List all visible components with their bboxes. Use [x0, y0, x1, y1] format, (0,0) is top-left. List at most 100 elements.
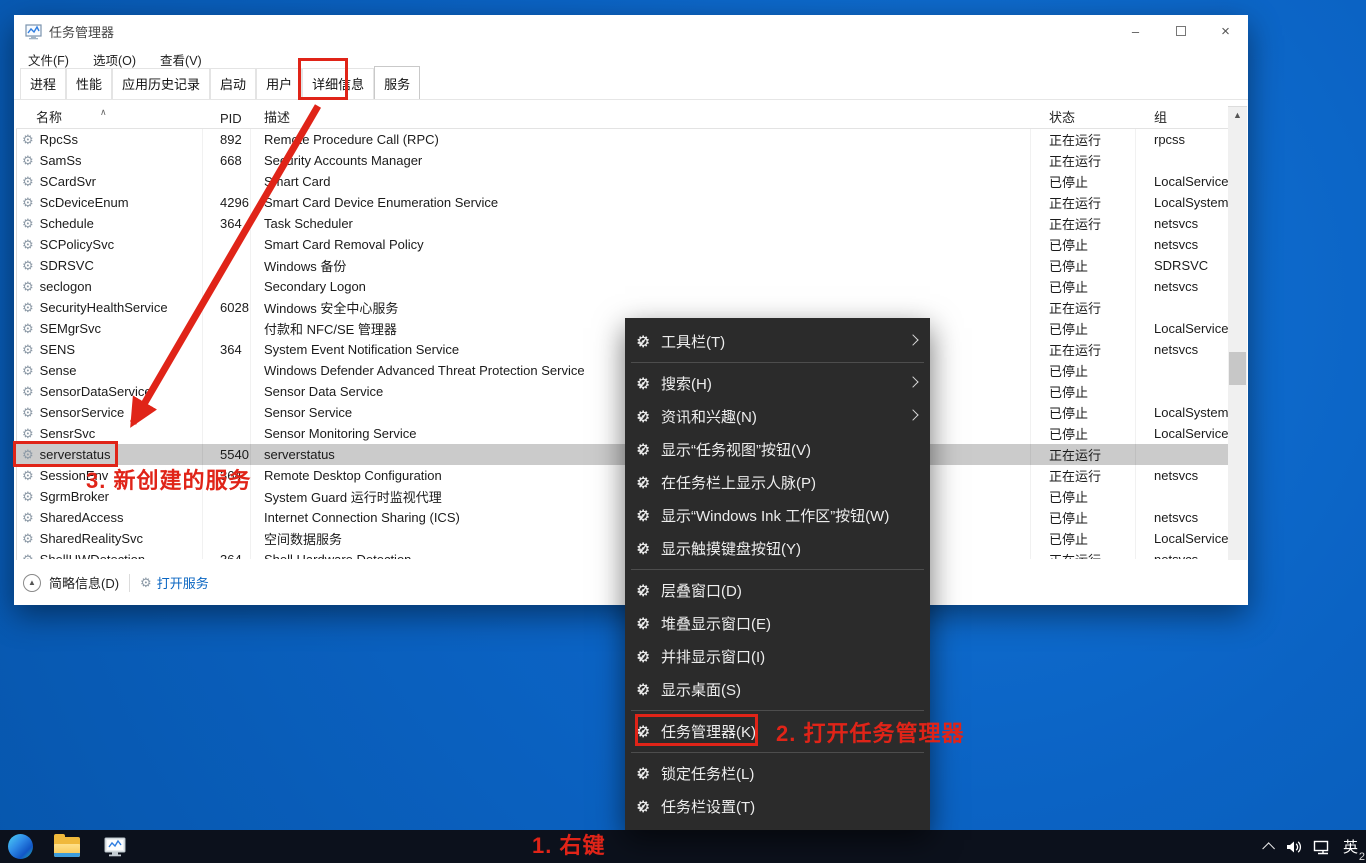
service-gear-icon: ⚙: [22, 280, 34, 293]
taskbar[interactable]: 英 2: [0, 830, 1366, 863]
scroll-up-icon[interactable]: ▲: [1228, 107, 1247, 122]
service-group-cell: [1135, 381, 1228, 402]
context-menu-item[interactable]: ✓ ⚙ 在任务栏上显示人脉(P): [625, 466, 930, 499]
clock-fragment[interactable]: 2: [1359, 851, 1365, 863]
close-button[interactable]: ×: [1203, 15, 1248, 47]
vertical-scrollbar[interactable]: ▲ ▼: [1228, 107, 1247, 572]
service-status-cell: 已停止: [1030, 423, 1135, 444]
service-gear-icon: ⚙: [22, 553, 34, 559]
service-group-cell: LocalSystem...: [1135, 192, 1228, 213]
context-menu-item[interactable]: ✓ ⚙ 工具栏(T): [625, 325, 930, 358]
service-name-cell: ⚙SharedRealitySvc: [22, 528, 202, 549]
settings-gear-icon: ⚙: [636, 607, 650, 640]
edge-icon[interactable]: [0, 830, 40, 863]
service-status-cell: 已停止: [1030, 318, 1135, 339]
service-group-cell: netsvcs: [1135, 234, 1228, 255]
service-desc-cell: Smart Card Device Enumeration Service: [250, 192, 1028, 213]
service-status-cell: 已停止: [1030, 255, 1135, 276]
service-status-cell: 正在运行: [1030, 465, 1135, 486]
column-header-status[interactable]: 状态: [1030, 106, 1135, 128]
service-status-cell: 正在运行: [1030, 213, 1135, 234]
annotation-step2: 2. 打开任务管理器: [776, 716, 964, 748]
annotation-arrow: [90, 95, 350, 455]
service-group-cell: netsvcs: [1135, 339, 1228, 360]
service-desc-cell: Secondary Logon: [250, 276, 1028, 297]
context-menu-item[interactable]: ✓ ⚙ 显示“任务视图”按钮(V): [625, 433, 930, 466]
service-gear-icon: ⚙: [22, 532, 34, 545]
network-icon[interactable]: [1313, 839, 1333, 855]
context-menu-item[interactable]: ✓ ⚙ 锁定任务栏(L): [625, 757, 930, 790]
service-gear-icon: ⚙: [22, 238, 34, 251]
context-menu-item[interactable]: ✓ ⚙ 任务栏设置(T): [625, 790, 930, 823]
ime-indicator[interactable]: 英: [1343, 836, 1358, 857]
maximize-button[interactable]: [1158, 15, 1203, 47]
service-status-cell: 已停止: [1030, 507, 1135, 528]
service-status-cell: 正在运行: [1030, 297, 1135, 318]
service-gear-icon: ⚙: [22, 469, 34, 482]
service-gear-icon: ⚙: [22, 133, 34, 146]
service-group-cell: netsvcs: [1135, 276, 1228, 297]
context-menu-item[interactable]: ✓ ⚙ 显示桌面(S): [625, 673, 930, 706]
service-status-cell: 已停止: [1030, 381, 1135, 402]
service-status-cell: 已停止: [1030, 276, 1135, 297]
service-name-cell: ⚙ShellHWDetection: [22, 549, 202, 559]
service-group-cell: [1135, 444, 1228, 465]
scrollbar-thumb[interactable]: [1229, 352, 1246, 385]
task-manager-taskbar-icon[interactable]: [95, 830, 135, 863]
service-group-cell: LocalService: [1135, 528, 1228, 549]
system-tray: 英: [1262, 830, 1366, 863]
service-group-cell: SDRSVC: [1135, 255, 1228, 276]
column-header-group[interactable]: 组: [1135, 106, 1230, 128]
service-group-cell: [1135, 360, 1228, 381]
tab-processes[interactable]: 进程: [20, 68, 66, 99]
service-desc-cell: Smart Card: [250, 171, 1028, 192]
context-menu-item[interactable]: ✓ ⚙ 并排显示窗口(I): [625, 640, 930, 673]
minimize-button[interactable]: –: [1113, 15, 1158, 47]
table-row[interactable]: ⚙ShellHWDetection 364 Shell Hardware Det…: [16, 549, 1228, 559]
service-gear-icon: ⚙: [22, 343, 34, 356]
collapse-details-button[interactable]: ▲: [23, 574, 41, 592]
open-services-link[interactable]: ⚙ 打开服务: [140, 573, 209, 592]
service-gear-icon: ⚙: [22, 511, 34, 524]
service-group-cell: netsvcs: [1135, 213, 1228, 234]
service-status-cell: 正在运行: [1030, 129, 1135, 150]
service-gear-icon: ⚙: [22, 301, 34, 314]
context-menu-item[interactable]: ✓ ⚙ 堆叠显示窗口(E): [625, 607, 930, 640]
file-explorer-icon[interactable]: [47, 830, 87, 863]
service-gear-icon: ⚙: [22, 217, 34, 230]
column-header-desc[interactable]: 描述: [250, 106, 1030, 128]
title-bar[interactable]: 任务管理器 – ×: [14, 15, 1248, 47]
service-group-cell: netsvcs: [1135, 507, 1228, 528]
service-desc-cell: Remote Procedure Call (RPC): [250, 129, 1028, 150]
service-status-cell: 已停止: [1030, 234, 1135, 255]
column-divider: [1135, 129, 1136, 559]
context-menu-item[interactable]: ✓ ⚙ 搜索(H): [625, 367, 930, 400]
context-menu-item[interactable]: ✓ ⚙ 层叠窗口(D): [625, 574, 930, 607]
service-pid-cell: [202, 507, 250, 528]
context-menu-item[interactable]: ✓ ⚙ 资讯和兴趣(N): [625, 400, 930, 433]
submenu-chevron-icon: [907, 409, 918, 420]
settings-gear-icon: ⚙: [636, 325, 650, 358]
table-row[interactable]: ⚙SharedAccess Internet Connection Sharin…: [16, 507, 1228, 528]
table-row[interactable]: ⚙SharedRealitySvc 空间数据服务 已停止 LocalServic…: [16, 528, 1228, 549]
service-status-cell: 正在运行: [1030, 549, 1135, 559]
service-status-cell: 已停止: [1030, 171, 1135, 192]
service-gear-icon: ⚙: [22, 406, 34, 419]
service-name-cell: ⚙SharedAccess: [22, 507, 202, 528]
service-gear-icon: ⚙: [22, 196, 34, 209]
context-menu-item[interactable]: ✓ ⚙ 显示触摸键盘按钮(Y): [625, 532, 930, 565]
settings-gear-icon: ⚙: [636, 499, 650, 532]
task-manager-app-icon: [25, 23, 42, 40]
tab-services[interactable]: 服务: [374, 66, 420, 99]
service-status-cell: 已停止: [1030, 360, 1135, 381]
settings-gear-icon: ⚙: [636, 790, 650, 823]
service-status-cell: 已停止: [1030, 528, 1135, 549]
service-group-cell: rpcss: [1135, 129, 1228, 150]
service-gear-icon: ⚙: [22, 364, 34, 377]
show-hidden-icons-icon[interactable]: [1262, 842, 1275, 855]
window-title: 任务管理器: [49, 22, 114, 41]
context-menu-item[interactable]: ✓ ⚙ 显示“Windows Ink 工作区”按钮(W): [625, 499, 930, 532]
speaker-icon[interactable]: [1285, 839, 1303, 855]
details-toggle-label[interactable]: 简略信息(D): [49, 573, 119, 592]
column-divider: [1030, 129, 1031, 559]
